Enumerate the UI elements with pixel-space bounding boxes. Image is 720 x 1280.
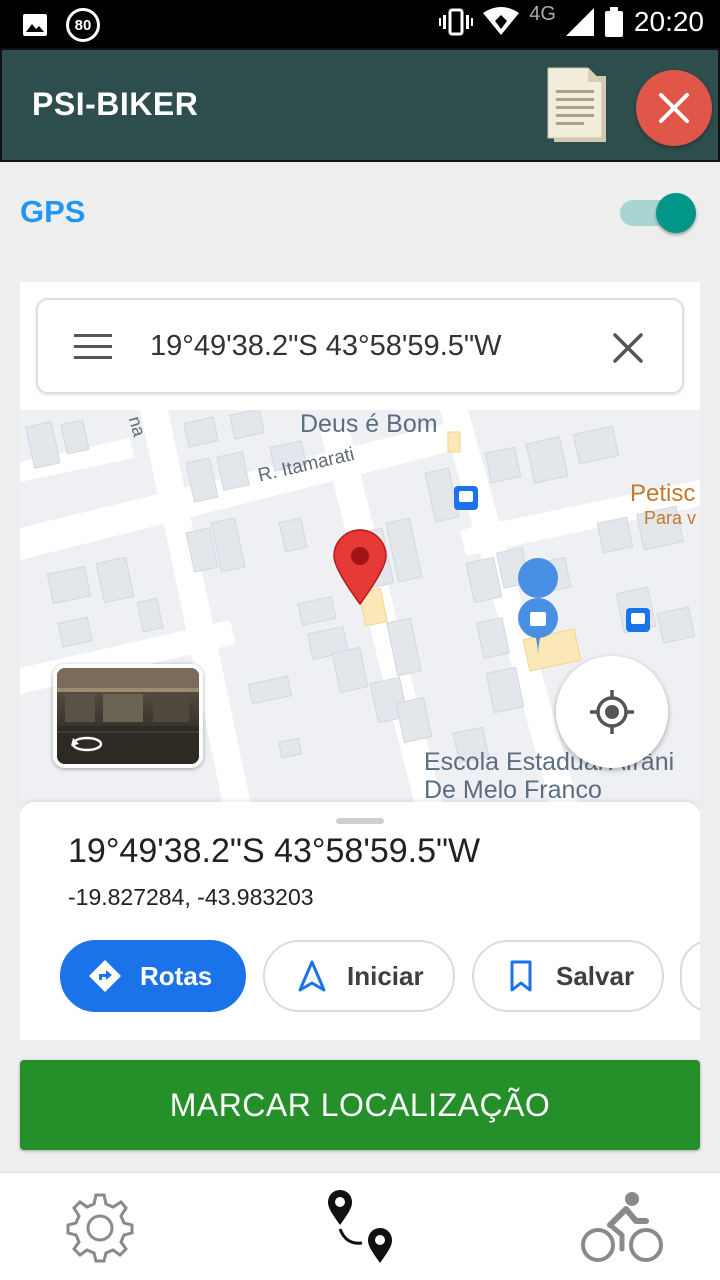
menu-icon[interactable] (74, 334, 112, 360)
bookmark-icon (510, 960, 532, 992)
map-panel: Deus é Bom R. Itamarati na Petisc Para v… (20, 282, 700, 1040)
gps-toggle[interactable] (620, 193, 696, 233)
gear-icon (66, 1193, 134, 1263)
clock: 20:20 (633, 6, 704, 37)
close-button[interactable] (636, 70, 712, 146)
start-button[interactable]: Iniciar (263, 940, 455, 1012)
save-label: Salvar (556, 960, 635, 991)
routes-label: Rotas (140, 960, 213, 991)
map-label-school-2: De Melo Franco (424, 776, 602, 804)
start-label: Iniciar (347, 960, 424, 991)
cyclist-icon (581, 1192, 663, 1262)
search-input[interactable]: 19°49'38.2"S 43°58'59.5"W (150, 330, 502, 363)
app-bar: PSI-BIKER (0, 48, 720, 162)
coordinates-decimal: -19.827284, -43.983203 (68, 884, 314, 910)
mark-location-button[interactable]: MARCAR LOCALIZAÇÃO (20, 1060, 700, 1150)
toggle-thumb (656, 193, 696, 233)
signal-icon (565, 8, 594, 36)
vibrate-icon (439, 8, 474, 36)
bus-stop-icon (454, 486, 478, 510)
image-icon (23, 14, 47, 36)
map-label-poi: Petisc (630, 480, 696, 507)
street-view-thumbnail[interactable] (53, 664, 203, 768)
directions-icon (89, 960, 121, 992)
app-title: PSI-BIKER (32, 86, 199, 122)
close-icon (659, 93, 689, 123)
bus-stop-icon (626, 608, 650, 632)
coordinates-title: 19°49'38.2"S 43°58'59.5"W (68, 832, 481, 870)
document-icon (547, 67, 606, 142)
bottom-navigation (0, 1172, 720, 1280)
place-sheet: 19°49'38.2"S 43°58'59.5"W -19.827284, -4… (20, 802, 700, 1040)
status-bar: 80 4G 20:20 (0, 0, 720, 48)
navigation-arrow-icon (298, 960, 326, 992)
search-bar[interactable]: 19°49'38.2"S 43°58'59.5"W (36, 298, 684, 394)
sheet-handle[interactable] (336, 818, 384, 824)
360-rotate-icon (71, 736, 103, 752)
battery-icon (604, 7, 623, 37)
document-button[interactable] (544, 66, 610, 144)
save-button[interactable]: Salvar (472, 940, 664, 1012)
network-type: 4G (529, 2, 556, 25)
map-label-place: Deus é Bom (300, 410, 438, 438)
map-label-poi-sub: Para v (644, 508, 697, 528)
crosshair-icon (590, 690, 634, 734)
clear-search-icon[interactable] (612, 332, 644, 364)
wifi-icon (483, 7, 520, 35)
my-location-button[interactable] (556, 656, 668, 768)
nav-bike[interactable] (580, 1189, 663, 1265)
gps-label: GPS (20, 194, 86, 229)
routes-button[interactable]: Rotas (60, 940, 246, 1012)
nav-route[interactable] (322, 1189, 398, 1265)
notification-badge: 80 (66, 8, 100, 42)
nav-settings[interactable] (62, 1189, 138, 1265)
route-pins-icon (328, 1190, 392, 1263)
more-action-chip[interactable] (680, 940, 700, 1012)
